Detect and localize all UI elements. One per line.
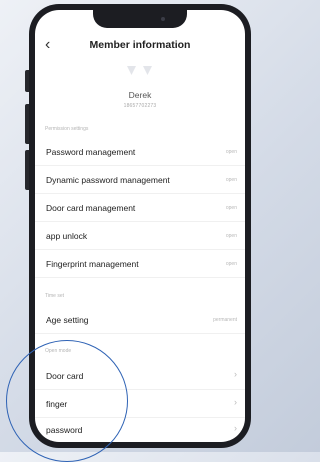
permission-row-password[interactable]: Password management open (35, 138, 245, 166)
row-label: Dynamic password management (46, 175, 170, 185)
header: ‹ Member information (35, 36, 245, 56)
row-label: password (46, 425, 83, 435)
chevron-right-icon: › (234, 423, 237, 433)
chevron-right-icon: › (234, 397, 237, 407)
user-name: Derek (128, 90, 152, 100)
user-phone: 18657702273 (123, 103, 157, 109)
row-label: Door card management (46, 203, 136, 213)
row-value: open (225, 261, 237, 267)
row-value: open (225, 149, 237, 155)
section-time-set: Time set (45, 293, 64, 299)
row-label: app unlock (46, 231, 88, 241)
chevron-right-icon: › (234, 369, 237, 379)
camera-icon (161, 17, 165, 21)
page-title: Member information (89, 39, 191, 51)
open-mode-row-finger[interactable]: finger › (35, 390, 245, 418)
permission-row-app-unlock[interactable]: app unlock open (35, 222, 245, 250)
row-label: Door card (46, 371, 84, 381)
phone-notch (93, 10, 187, 28)
row-value: open (225, 205, 237, 211)
time-row-age-setting[interactable]: Age setting permanent (35, 306, 245, 334)
row-value: permanent (213, 317, 237, 323)
permission-row-dynamic-password[interactable]: Dynamic password management open (35, 166, 245, 194)
row-value: open (225, 233, 237, 239)
row-value: open (225, 177, 237, 183)
phone-screen: ‹ Member information Derek 18657702273 P… (35, 10, 245, 442)
row-label: Password management (46, 147, 136, 157)
open-mode-row-password[interactable]: password › (35, 416, 245, 442)
open-mode-row-door-card[interactable]: Door card › (35, 362, 245, 390)
permission-row-fingerprint[interactable]: Fingerprint management open (35, 250, 245, 278)
permission-row-door-card[interactable]: Door card management open (35, 194, 245, 222)
section-permission-settings: Permission settings (45, 126, 89, 132)
row-label: finger (46, 399, 68, 409)
section-open-mode: Open mode (45, 348, 72, 354)
row-label: Age setting (46, 315, 89, 325)
avatar (127, 66, 155, 76)
row-label: Fingerprint management (46, 259, 139, 269)
